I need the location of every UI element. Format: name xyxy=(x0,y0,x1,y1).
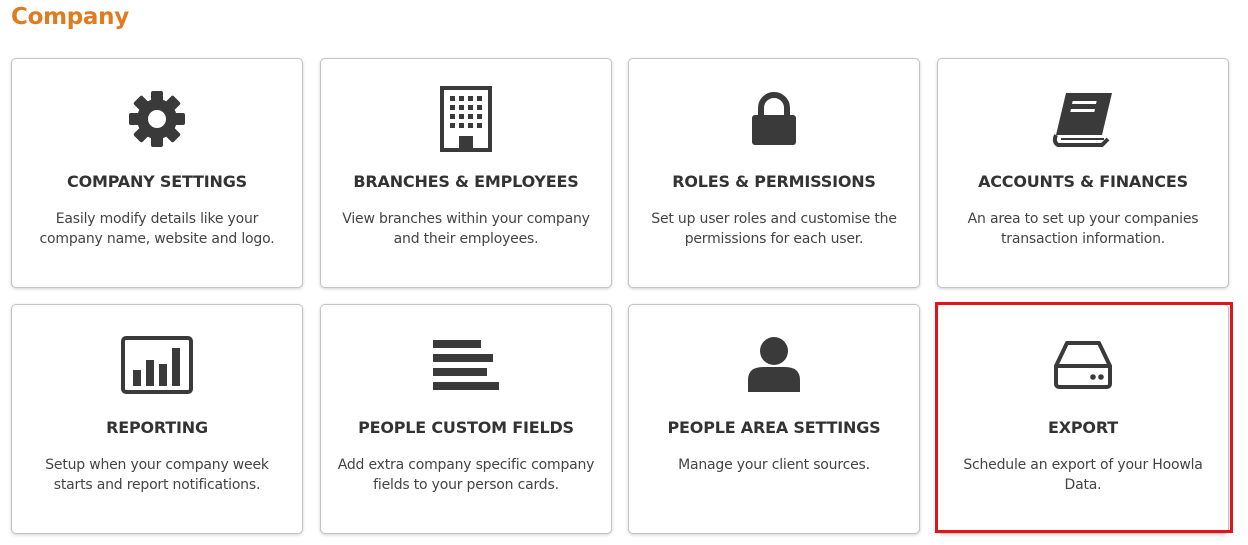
card-title: EXPORT xyxy=(1048,418,1118,437)
card-branches-employees[interactable]: BRANCHES & EMPLOYEES View branches withi… xyxy=(320,58,612,288)
card-description: View branches within your company and th… xyxy=(342,211,590,247)
card-description: Add extra company specific company field… xyxy=(337,457,595,493)
card-title: ROLES & PERMISSIONS xyxy=(672,172,876,191)
card-description: Easily modify details like your company … xyxy=(39,211,275,247)
settings-grid: COMPANY SETTINGS Easily modify details l… xyxy=(0,0,1248,545)
gear-icon xyxy=(12,86,302,152)
card-export[interactable]: EXPORT Schedule an export of your Hoowla… xyxy=(937,304,1229,534)
card-description: Setup when your company week starts and … xyxy=(45,457,269,493)
card-title: REPORTING xyxy=(106,418,208,437)
lock-icon xyxy=(629,86,919,152)
user-icon xyxy=(629,332,919,398)
hard-drive-icon xyxy=(938,332,1228,398)
card-title: PEOPLE CUSTOM FIELDS xyxy=(358,418,574,437)
card-title: COMPANY SETTINGS xyxy=(67,172,247,191)
card-company-settings[interactable]: COMPANY SETTINGS Easily modify details l… xyxy=(11,58,303,288)
card-description: An area to set up your companies transac… xyxy=(967,211,1199,247)
card-roles-permissions[interactable]: ROLES & PERMISSIONS Set up user roles an… xyxy=(628,58,920,288)
list-icon xyxy=(321,332,611,398)
card-people-custom-fields[interactable]: PEOPLE CUSTOM FIELDS Add extra company s… xyxy=(320,304,612,534)
card-title: ACCOUNTS & FINANCES xyxy=(978,172,1188,191)
bar-chart-icon xyxy=(12,332,302,398)
building-icon xyxy=(321,86,611,152)
card-reporting[interactable]: REPORTING Setup when your company week s… xyxy=(11,304,303,534)
card-description: Schedule an export of your Hoowla Data. xyxy=(963,457,1203,493)
card-description: Set up user roles and customise the perm… xyxy=(651,211,897,247)
card-people-area-settings[interactable]: PEOPLE AREA SETTINGS Manage your client … xyxy=(628,304,920,534)
card-title: BRANCHES & EMPLOYEES xyxy=(353,172,579,191)
card-title: PEOPLE AREA SETTINGS xyxy=(667,418,881,437)
card-description: Manage your client sources. xyxy=(678,457,870,473)
card-accounts-finances[interactable]: ACCOUNTS & FINANCES An area to set up yo… xyxy=(937,58,1229,288)
book-icon xyxy=(938,86,1228,152)
